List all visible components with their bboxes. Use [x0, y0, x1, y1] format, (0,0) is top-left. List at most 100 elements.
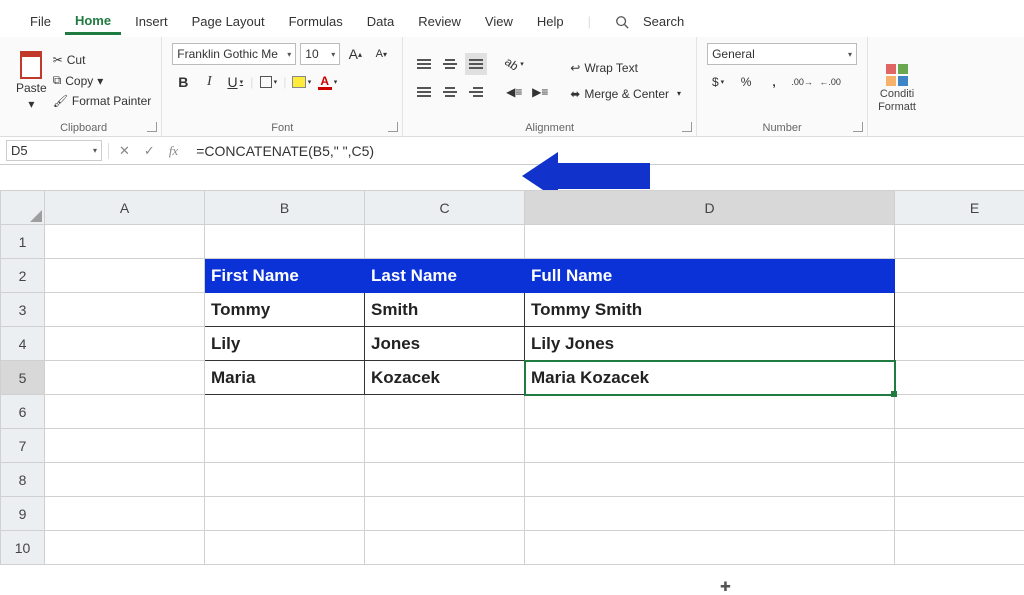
grow-font-button[interactable]: A▴	[344, 43, 366, 65]
paste-label: Paste	[16, 81, 47, 95]
tab-formulas[interactable]: Formulas	[279, 10, 353, 33]
comma-format-button[interactable]: ,	[763, 71, 785, 93]
align-top-button[interactable]	[413, 53, 435, 75]
ribbon-tabs: File Home Insert Page Layout Formulas Da…	[0, 0, 1024, 37]
align-center-button[interactable]	[439, 81, 461, 103]
percent-format-button[interactable]: %	[735, 71, 757, 93]
cell-C4[interactable]: Jones	[365, 327, 525, 361]
cancel-formula-button[interactable]: ✕	[119, 143, 130, 159]
col-header-A[interactable]: A	[45, 191, 205, 225]
select-all-corner[interactable]	[1, 191, 45, 225]
col-header-B[interactable]: B	[205, 191, 365, 225]
alignment-dialog-launcher[interactable]	[682, 122, 692, 132]
alignment-group-label: Alignment	[413, 122, 686, 134]
cut-button[interactable]: ✂ Cut	[53, 53, 152, 67]
tab-file[interactable]: File	[20, 10, 61, 33]
align-bottom-button[interactable]	[465, 53, 487, 75]
search-label: Search	[633, 10, 694, 33]
col-header-D[interactable]: D	[525, 191, 895, 225]
row-header-9[interactable]: 9	[1, 497, 45, 531]
name-box[interactable]: D5▾	[6, 140, 102, 161]
formula-bar: D5▾ ✕ ✓ fx	[0, 137, 1024, 165]
font-size-combo[interactable]: 10▾	[300, 43, 340, 65]
clipboard-dialog-launcher[interactable]	[147, 122, 157, 132]
align-left-button[interactable]	[413, 81, 435, 103]
paste-button[interactable]: Paste ▾	[16, 51, 47, 111]
align-right-button[interactable]	[465, 81, 487, 103]
wrap-text-icon: ↩	[570, 61, 580, 75]
tab-data[interactable]: Data	[357, 10, 404, 33]
merge-center-button[interactable]: ⬌ Merge & Center ▾	[565, 84, 686, 104]
group-clipboard: Paste ▾ ✂ Cut ⧉ Copy ▾ 🖌 Format Painter	[6, 37, 162, 136]
wrap-text-button[interactable]: ↩ Wrap Text	[565, 58, 686, 78]
cell-D5[interactable]: Maria Kozacek	[525, 361, 895, 395]
row-header-2[interactable]: 2	[1, 259, 45, 293]
increase-decimal-button[interactable]: .00→	[791, 71, 813, 93]
copy-label: Copy	[65, 74, 93, 88]
font-name-combo[interactable]: Franklin Gothic Me▾	[172, 43, 296, 65]
font-dialog-launcher[interactable]	[388, 122, 398, 132]
cell-B3[interactable]: Tommy	[205, 293, 365, 327]
merge-icon: ⬌	[570, 87, 580, 101]
tab-insert[interactable]: Insert	[125, 10, 178, 33]
cell-C3[interactable]: Smith	[365, 293, 525, 327]
fx-icon[interactable]: fx	[169, 143, 178, 159]
italic-button[interactable]: I	[198, 71, 220, 93]
cell-C5[interactable]: Kozacek	[365, 361, 525, 395]
cell-B4[interactable]: Lily	[205, 327, 365, 361]
cut-label: Cut	[67, 53, 86, 67]
cell-C2[interactable]: Last Name	[365, 259, 525, 293]
fill-color-button[interactable]: ▾	[291, 71, 313, 93]
row-header-5[interactable]: 5	[1, 361, 45, 395]
cell-B2[interactable]: First Name	[205, 259, 365, 293]
format-painter-button[interactable]: 🖌 Format Painter	[53, 94, 152, 108]
cell-D2[interactable]: Full Name	[525, 259, 895, 293]
row-header-6[interactable]: 6	[1, 395, 45, 429]
paintbrush-icon: 🖌	[53, 94, 68, 108]
row-header-3[interactable]: 3	[1, 293, 45, 327]
accept-formula-button[interactable]: ✓	[144, 143, 155, 159]
row-header-1[interactable]: 1	[1, 225, 45, 259]
cell-D3[interactable]: Tommy Smith	[525, 293, 895, 327]
increase-indent-button[interactable]: ▶≡	[529, 81, 551, 103]
tab-review[interactable]: Review	[408, 10, 471, 33]
bucket-icon	[292, 76, 306, 88]
group-number: General▾ $▾ % , .00→ ←.00 Number	[697, 37, 868, 136]
name-box-value: D5	[11, 143, 28, 158]
cell-B5[interactable]: Maria	[205, 361, 365, 395]
orientation-button[interactable]: ab▾	[503, 53, 525, 75]
tell-me-search[interactable]: Search	[605, 6, 704, 37]
col-header-E[interactable]: E	[895, 191, 1024, 225]
cell-cursor-icon: ✚	[720, 579, 731, 595]
number-dialog-launcher[interactable]	[853, 122, 863, 132]
tab-page-layout[interactable]: Page Layout	[182, 10, 275, 33]
accounting-format-button[interactable]: $▾	[707, 71, 729, 93]
row-header-4[interactable]: 4	[1, 327, 45, 361]
borders-button[interactable]: ▾	[257, 71, 279, 93]
font-group-label: Font	[172, 122, 392, 134]
copy-button[interactable]: ⧉ Copy ▾	[53, 73, 152, 88]
tab-view[interactable]: View	[475, 10, 523, 33]
conditional-formatting-button[interactable]: ConditiFormatt	[878, 88, 916, 112]
font-size-value: 10	[305, 47, 318, 61]
row-header-8[interactable]: 8	[1, 463, 45, 497]
number-format-combo[interactable]: General▾	[707, 43, 857, 65]
font-color-button[interactable]: A▾	[317, 71, 339, 93]
search-icon	[615, 15, 629, 29]
row-header-7[interactable]: 7	[1, 429, 45, 463]
wrap-text-label: Wrap Text	[584, 61, 638, 75]
cell-D4[interactable]: Lily Jones	[525, 327, 895, 361]
tab-help[interactable]: Help	[527, 10, 574, 33]
decrease-decimal-button[interactable]: ←.00	[819, 71, 841, 93]
format-painter-label: Format Painter	[72, 94, 151, 108]
bold-button[interactable]: B	[172, 71, 194, 93]
col-header-C[interactable]: C	[365, 191, 525, 225]
align-middle-button[interactable]	[439, 53, 461, 75]
worksheet[interactable]: A B C D E 1 2 First Name Last Name Full …	[0, 190, 1024, 576]
tab-home[interactable]: Home	[65, 9, 121, 35]
underline-button[interactable]: U▾	[224, 71, 246, 93]
row-header-10[interactable]: 10	[1, 531, 45, 565]
shrink-font-button[interactable]: A▾	[370, 43, 392, 65]
clipboard-icon	[20, 51, 42, 79]
decrease-indent-button[interactable]: ◀≡	[503, 81, 525, 103]
